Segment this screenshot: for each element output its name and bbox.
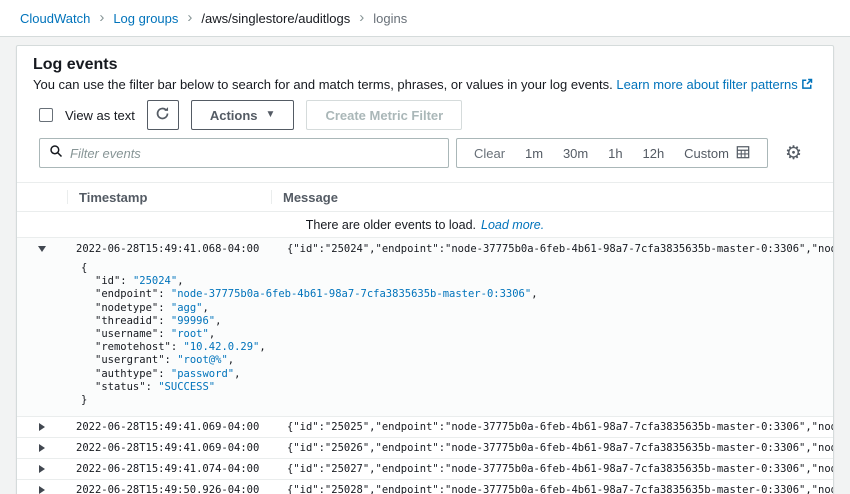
log-events-panel: Log events You can use the filter bar be… — [16, 45, 834, 494]
json-line: "authtype": "password", — [81, 368, 821, 381]
breadcrumb-chevron-icon: › — [359, 10, 364, 27]
breadcrumb: CloudWatch › Log groups › /aws/singlesto… — [0, 0, 850, 37]
learn-more-link[interactable]: Learn more about filter patterns — [616, 77, 812, 92]
expanded-event: 2022-06-28T15:49:41.068-04:00 {"id":"250… — [17, 238, 833, 417]
refresh-button[interactable] — [147, 100, 179, 130]
refresh-icon — [155, 106, 170, 124]
json-line: "endpoint": "node-37775b0a-6feb-4b61-98a… — [81, 288, 821, 301]
actions-label: Actions — [210, 108, 258, 123]
event-timestamp: 2022-06-28T15:49:41.069-04:00 — [67, 421, 271, 433]
actions-button[interactable]: Actions ▼ — [191, 100, 295, 130]
time-range-custom[interactable]: Custom — [684, 145, 750, 162]
json-line: "id": "25024", — [81, 275, 821, 288]
event-timestamp: 2022-06-28T15:49:41.069-04:00 — [67, 442, 271, 454]
search-icon — [49, 144, 63, 163]
json-line: "nodetype": "agg", — [81, 302, 821, 315]
filter-events-input[interactable] — [70, 146, 439, 161]
event-timestamp: 2022-06-28T15:49:50.926-04:00 — [67, 484, 271, 494]
event-timestamp: 2022-06-28T15:49:41.074-04:00 — [67, 463, 271, 475]
gear-icon: ⚙ — [785, 143, 802, 164]
load-more-link[interactable]: Load more. — [481, 218, 544, 232]
learn-more-label: Learn more about filter patterns — [616, 77, 797, 92]
breadcrumb-cloudwatch[interactable]: CloudWatch — [20, 11, 90, 26]
time-range-30m[interactable]: 30m — [563, 146, 588, 161]
json-line: { — [81, 262, 821, 275]
log-events-table: Timestamp Message There are older events… — [17, 182, 833, 494]
event-message: {"id":"25024","endpoint":"node-37775b0a-… — [271, 243, 833, 255]
older-events-text: There are older events to load. — [306, 218, 476, 232]
collapse-arrow-icon[interactable] — [38, 246, 46, 252]
breadcrumb-chevron-icon: › — [99, 10, 104, 27]
external-link-icon — [801, 78, 813, 94]
json-line: "threadid": "99996", — [81, 315, 821, 328]
expand-arrow-icon[interactable] — [39, 444, 45, 452]
event-message: {"id":"25028","endpoint":"node-37775b0a-… — [271, 484, 833, 494]
view-as-text-label: View as text — [65, 108, 135, 123]
expand-column-header — [17, 183, 67, 211]
event-timestamp: 2022-06-28T15:49:41.068-04:00 — [67, 243, 271, 255]
time-range-1m[interactable]: 1m — [525, 146, 543, 161]
time-range-custom-label: Custom — [684, 146, 729, 161]
table-row[interactable]: 2022-06-28T15:49:41.074-04:00 {"id":"250… — [17, 459, 833, 480]
json-line: "usergrant": "root@%", — [81, 354, 821, 367]
breadcrumb-chevron-icon: › — [187, 10, 192, 27]
page-title: Log events — [33, 55, 817, 75]
calendar-icon — [736, 145, 750, 162]
preferences-button[interactable]: ⚙ — [785, 144, 802, 163]
event-message: {"id":"25027","endpoint":"node-37775b0a-… — [271, 463, 833, 475]
expand-arrow-icon[interactable] — [39, 486, 45, 494]
expand-arrow-icon[interactable] — [39, 423, 45, 431]
table-row[interactable]: 2022-06-28T15:49:41.069-04:00 {"id":"250… — [17, 438, 833, 459]
table-row-expanded[interactable]: 2022-06-28T15:49:41.068-04:00 {"id":"250… — [17, 238, 833, 260]
filter-events-searchbox — [39, 138, 449, 168]
message-column-header: Message — [271, 183, 833, 211]
expand-arrow-icon[interactable] — [39, 465, 45, 473]
table-row[interactable]: 2022-06-28T15:49:41.069-04:00 {"id":"250… — [17, 417, 833, 438]
chevron-down-icon: ▼ — [266, 110, 276, 120]
page-description: You can use the filter bar below to sear… — [33, 77, 817, 94]
time-range-1h[interactable]: 1h — [608, 146, 622, 161]
event-rows: 2022-06-28T15:49:41.069-04:00 {"id":"250… — [17, 417, 833, 494]
breadcrumb-log-groups[interactable]: Log groups — [113, 11, 178, 26]
breadcrumb-current-page: logins — [373, 11, 407, 26]
event-message: {"id":"25026","endpoint":"node-37775b0a-… — [271, 442, 833, 454]
toolbar: View as text Actions ▼ Create Metric Filt… — [17, 100, 833, 130]
time-range-12h[interactable]: 12h — [643, 146, 665, 161]
time-range-clear[interactable]: Clear — [474, 146, 505, 161]
time-range-selector: Clear 1m 30m 1h 12h Custom — [456, 138, 768, 168]
expanded-event-json: {"id": "25024","endpoint": "node-37775b0… — [17, 260, 833, 416]
filter-bar: Clear 1m 30m 1h 12h Custom ⚙ — [17, 138, 833, 168]
create-metric-filter-button[interactable]: Create Metric Filter — [306, 100, 462, 130]
json-line: "remotehost": "10.42.0.29", — [81, 341, 821, 354]
event-message: {"id":"25025","endpoint":"node-37775b0a-… — [271, 421, 833, 433]
description-text: You can use the filter bar below to sear… — [33, 77, 613, 92]
view-as-text-checkbox[interactable] — [39, 108, 53, 122]
json-line: "status": "SUCCESS" — [81, 381, 821, 394]
timestamp-column-header: Timestamp — [67, 183, 271, 211]
breadcrumb-log-group-name[interactable]: /aws/singlestore/auditlogs — [201, 11, 350, 26]
table-row[interactable]: 2022-06-28T15:49:50.926-04:00 {"id":"250… — [17, 480, 833, 494]
json-line: "username": "root", — [81, 328, 821, 341]
older-events-row: There are older events to load. Load mor… — [17, 212, 833, 238]
json-line: } — [81, 394, 821, 407]
table-header-row: Timestamp Message — [17, 183, 833, 212]
